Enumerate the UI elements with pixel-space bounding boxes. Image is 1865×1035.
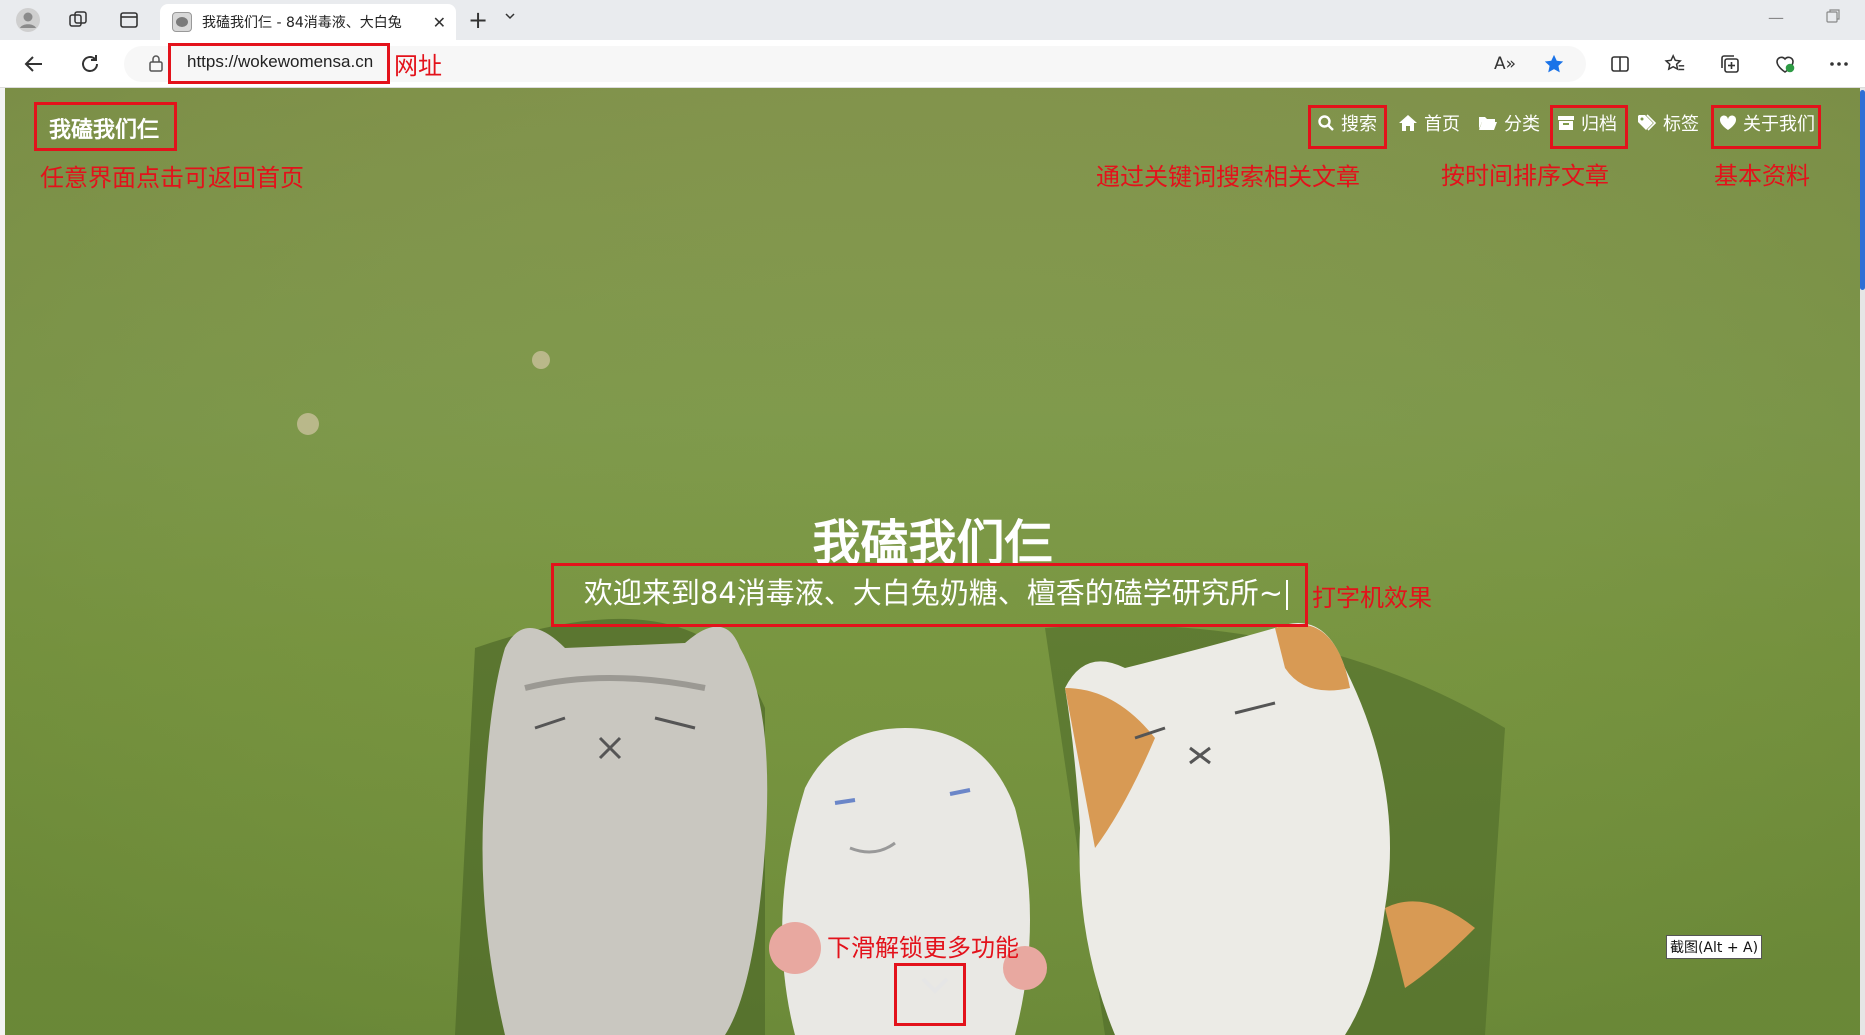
search-note: 通过关键词搜索相关文章 [1096,163,1360,191]
favorite-star-icon[interactable] [1541,52,1567,76]
profile-icon[interactable] [14,6,42,34]
restore-icon[interactable] [1826,8,1840,27]
archive-highlight-box [1550,105,1628,149]
home-icon [1399,115,1417,131]
more-menu-icon[interactable] [1826,52,1852,76]
favorites-icon[interactable] [1662,52,1688,76]
browser-essentials-icon[interactable] [1772,52,1798,76]
active-tab[interactable]: 我磕我们仨 - 84消毒液、大白兔 ✕ [160,4,456,40]
url-highlight-box [168,43,390,84]
search-highlight-box [1308,105,1387,149]
collections-icon[interactable] [1717,52,1743,76]
tab-actions-chevron-icon[interactable] [504,10,516,25]
brand-note: 任意界面点击可返回首页 [40,164,304,192]
favicon [172,12,192,32]
screenshot-tooltip: 截图(Alt + A) [1666,935,1762,959]
menu-categories-label: 分类 [1504,114,1540,135]
scroll-note: 下滑解锁更多功能 [827,934,1019,962]
page-viewport: 我磕我们仨 搜索 首页 分类 归档 标签 关于我们 我磕我们仨 欢迎来到84消毒… [5,88,1860,1035]
menu-tags[interactable]: 标签 [1637,108,1699,138]
page-scrollbar-thumb[interactable] [1860,90,1865,290]
new-tab-icon[interactable]: + [468,6,488,34]
back-icon[interactable] [20,50,48,78]
lock-icon[interactable] [148,54,164,72]
close-tab-icon[interactable]: ✕ [433,13,446,32]
menu-home[interactable]: 首页 [1398,108,1460,138]
read-aloud-icon[interactable]: A» [1492,52,1518,76]
minimize-icon[interactable]: — [1768,8,1784,27]
about-highlight-box [1711,105,1821,149]
tab-title: 我磕我们仨 - 84消毒液、大白兔 [202,15,402,31]
scroll-highlight-box [894,963,966,1026]
vertical-tabs-icon[interactable] [115,6,143,34]
workspaces-icon[interactable] [64,6,92,34]
menu-tags-label: 标签 [1663,114,1699,135]
refresh-icon[interactable] [76,50,104,78]
typewriter-highlight-box [551,563,1308,627]
tab-bar: 我磕我们仨 - 84消毒液、大白兔 ✕ + — [0,0,1865,40]
archive-note: 按时间排序文章 [1441,162,1609,190]
about-note: 基本资料 [1714,162,1810,190]
menu-categories[interactable]: 分类 [1478,108,1540,138]
split-screen-icon[interactable] [1607,52,1633,76]
menu-home-label: 首页 [1424,114,1460,135]
url-note: 网址 [394,52,442,80]
tag-icon [1638,114,1657,131]
brand-highlight-box [34,102,177,151]
typewriter-note: 打字机效果 [1312,584,1432,612]
folder-icon [1479,117,1497,130]
